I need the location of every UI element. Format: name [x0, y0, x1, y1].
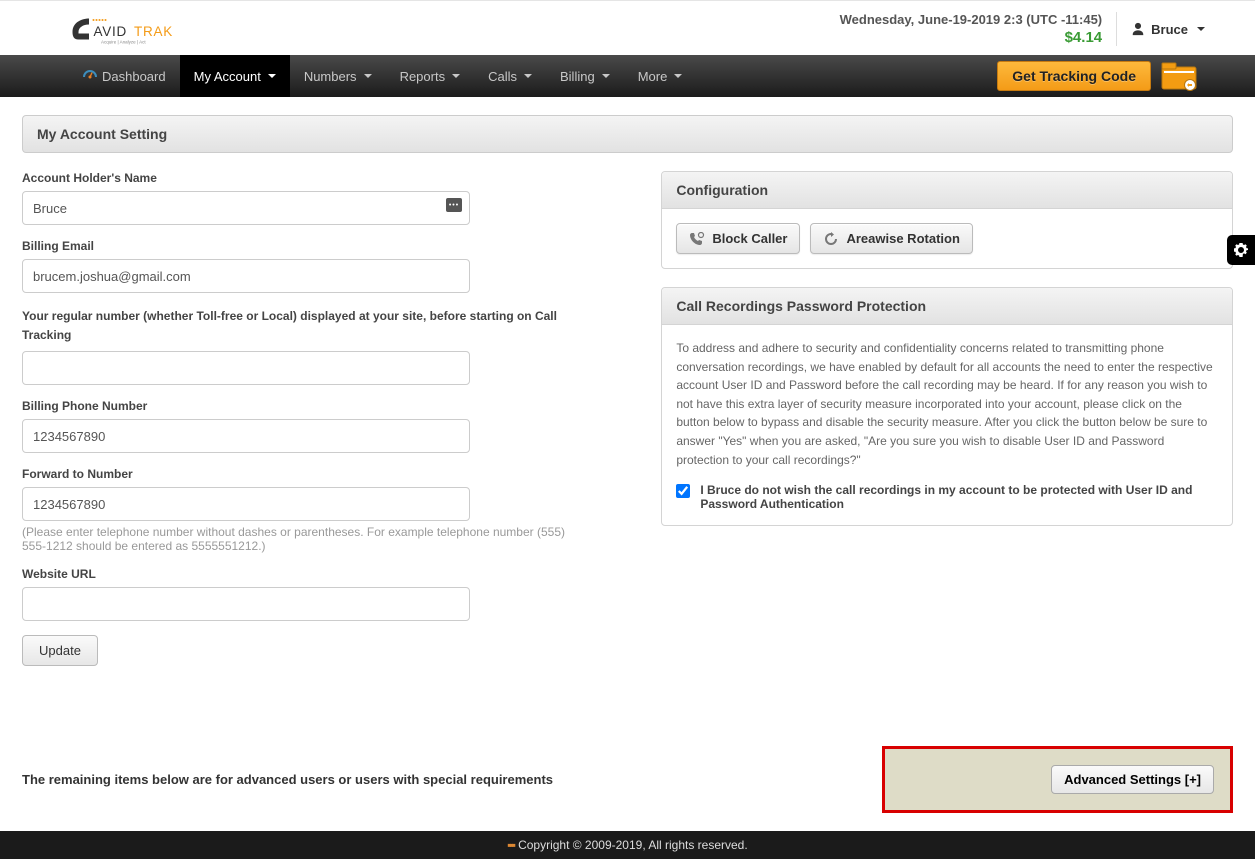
footer-icon: ▪▪▪ [507, 838, 514, 852]
forward-input[interactable] [22, 487, 470, 521]
get-tracking-code-button[interactable]: Get Tracking Code [997, 61, 1151, 91]
block-caller-button[interactable]: Block Caller [676, 223, 800, 254]
email-label: Billing Email [22, 239, 641, 253]
balance-text: $4.14 [840, 29, 1103, 46]
keyboard-icon: ••• [446, 198, 462, 212]
advanced-note: The remaining items below are for advanc… [22, 772, 553, 787]
recordings-checkbox-label: I Bruce do not wish the call recordings … [700, 483, 1218, 511]
nav-more[interactable]: More [624, 55, 697, 97]
nav-my-account[interactable]: My Account [180, 55, 290, 97]
forward-hint: (Please enter telephone number without d… [22, 525, 592, 553]
nav-calls[interactable]: Calls [474, 55, 546, 97]
forward-label: Forward to Number [22, 467, 641, 481]
recordings-panel: Call Recordings Password Protection To a… [661, 287, 1233, 526]
name-label: Account Holder's Name [22, 171, 641, 185]
nav-numbers[interactable]: Numbers [290, 55, 386, 97]
phone-block-icon [689, 232, 705, 246]
regular-number-label: Your regular number (whether Toll-free o… [22, 307, 602, 345]
nav-label: Reports [400, 69, 446, 84]
logo[interactable]: AVID TRAK Acquire | Analyze | Act [68, 11, 218, 47]
chevron-down-icon [524, 74, 532, 78]
datetime-text: Wednesday, June-19-2019 2:3 (UTC -11:45) [840, 12, 1103, 29]
nav-dashboard[interactable]: Dashboard [68, 55, 180, 97]
divider [1116, 12, 1117, 46]
svg-text:Acquire | Analyze | Ac: Acquire | Analyze | Act [101, 39, 146, 44]
chevron-down-icon [364, 74, 372, 78]
navbar: Dashboard My Account Numbers Reports Cal… [0, 55, 1255, 97]
chevron-down-icon [268, 74, 276, 78]
topbar: AVID TRAK Acquire | Analyze | Act Wednes… [0, 0, 1255, 55]
svg-text:TRAK: TRAK [134, 24, 173, 39]
configuration-panel: Configuration Block Caller Areawise Rota… [661, 171, 1233, 269]
nav-label: My Account [194, 69, 261, 84]
gear-icon [1233, 242, 1249, 258]
user-menu[interactable]: Bruce [1131, 22, 1235, 37]
tracking-folder-icon[interactable] [1161, 61, 1197, 91]
advanced-highlight-box: Advanced Settings [+] [882, 746, 1233, 813]
rotation-icon [823, 232, 839, 246]
recordings-description: To address and adhere to security and co… [676, 339, 1218, 469]
areawise-rotation-button[interactable]: Areawise Rotation [810, 223, 972, 254]
advanced-settings-button[interactable]: Advanced Settings [+] [1051, 765, 1214, 794]
dashboard-icon [82, 69, 98, 83]
page-title: My Account Setting [22, 115, 1233, 153]
configuration-title: Configuration [662, 172, 1232, 209]
user-name: Bruce [1151, 22, 1188, 37]
chevron-down-icon [452, 74, 460, 78]
email-input[interactable] [22, 259, 470, 293]
nav-reports[interactable]: Reports [386, 55, 475, 97]
website-label: Website URL [22, 567, 641, 581]
update-button[interactable]: Update [22, 635, 98, 666]
billing-phone-label: Billing Phone Number [22, 399, 641, 413]
settings-gear-toggle[interactable] [1227, 235, 1255, 265]
button-label: Areawise Rotation [846, 231, 959, 246]
nav-billing[interactable]: Billing [546, 55, 624, 97]
footer-text: Copyright © 2009-2019, All rights reserv… [518, 838, 748, 852]
chevron-down-icon [602, 74, 610, 78]
chevron-down-icon [674, 74, 682, 78]
nav-label: Billing [560, 69, 595, 84]
nav-label: Numbers [304, 69, 357, 84]
nav-label: Dashboard [102, 69, 166, 84]
footer: ▪▪▪ Copyright © 2009-2019, All rights res… [0, 831, 1255, 859]
regular-number-input[interactable] [22, 351, 470, 385]
chevron-down-icon [1197, 27, 1205, 31]
nav-label: Calls [488, 69, 517, 84]
billing-phone-input[interactable] [22, 419, 470, 453]
name-input[interactable] [22, 191, 470, 225]
recordings-optout-checkbox[interactable] [676, 484, 690, 498]
nav-label: More [638, 69, 668, 84]
recordings-title: Call Recordings Password Protection [662, 288, 1232, 325]
button-label: Block Caller [712, 231, 787, 246]
user-icon [1131, 22, 1145, 36]
website-input[interactable] [22, 587, 470, 621]
svg-text:AVID: AVID [94, 24, 128, 39]
